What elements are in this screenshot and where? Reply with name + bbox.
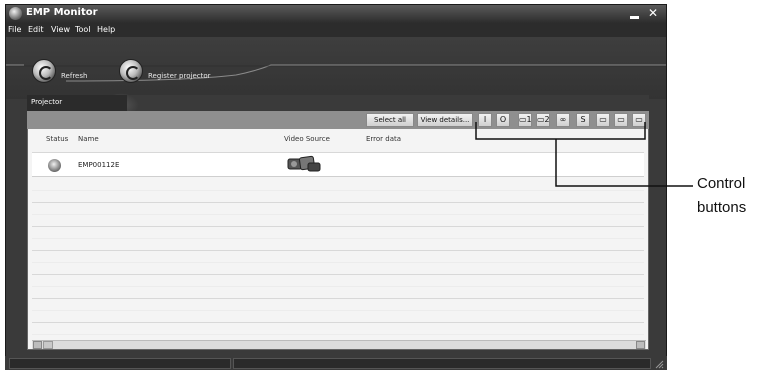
- grid-line: [32, 274, 644, 275]
- grid-line: [32, 286, 644, 287]
- table-row[interactable]: [32, 153, 644, 177]
- window-title: EMP Monitor: [26, 7, 98, 18]
- minimize-button[interactable]: [628, 7, 642, 20]
- video-source-image-icon: [287, 155, 321, 172]
- grid-line: [32, 202, 644, 203]
- grid-line: [32, 250, 644, 251]
- power-off-button[interactable]: O: [496, 113, 510, 127]
- title-bar: EMP Monitor ✕: [6, 5, 666, 23]
- app-logo-icon: [9, 7, 22, 20]
- grid-line: [32, 262, 644, 263]
- menu-bar: File Edit View Tool Help: [6, 23, 666, 37]
- projector-tab[interactable]: Projector: [27, 95, 127, 111]
- close-button[interactable]: ✕: [646, 7, 660, 20]
- s-video-source-button[interactable]: S: [576, 113, 590, 127]
- refresh-icon: [32, 59, 56, 83]
- status-cell: [9, 358, 231, 369]
- power-on-button[interactable]: I: [478, 113, 492, 127]
- audio-mute-button[interactable]: ▭: [614, 113, 628, 127]
- select-all-button[interactable]: Select all: [366, 113, 414, 127]
- callout-label-line2: buttons: [697, 199, 747, 216]
- register-projector-label: Register projector: [148, 72, 211, 80]
- status-cell: [233, 358, 651, 369]
- menu-view[interactable]: View: [51, 25, 70, 34]
- scroll-thumb[interactable]: [43, 341, 53, 349]
- grid-line: [32, 226, 644, 227]
- video-mute-button[interactable]: ▭: [596, 113, 610, 127]
- menu-help[interactable]: Help: [97, 25, 115, 34]
- menu-edit[interactable]: Edit: [28, 25, 44, 34]
- grid-line: [32, 190, 644, 191]
- refresh-button[interactable]: Refresh: [32, 59, 87, 83]
- projector-name-cell: EMP00112E: [78, 161, 120, 169]
- refresh-label: Refresh: [61, 72, 88, 80]
- column-video-source[interactable]: Video Source: [284, 135, 330, 143]
- register-projector-icon: [119, 59, 143, 83]
- status-orb-icon: [48, 159, 61, 172]
- column-status[interactable]: Status: [46, 135, 68, 143]
- grid-line: [32, 322, 644, 323]
- grid-line: [32, 238, 644, 239]
- video-source-button[interactable]: ∞: [556, 113, 570, 127]
- view-details-button[interactable]: View details...: [417, 113, 473, 127]
- grid-line: [32, 334, 644, 335]
- grid-line: [32, 310, 644, 311]
- screenshot-stage: EMP Monitor ✕ File Edit View Tool Help R…: [0, 0, 770, 374]
- toolbar: Refresh Register projector: [6, 37, 666, 99]
- projector-tab-label: Projector: [31, 98, 63, 106]
- column-error-data[interactable]: Error data: [366, 135, 401, 143]
- freeze-button[interactable]: ▭: [632, 113, 646, 127]
- register-projector-button[interactable]: Register projector: [119, 59, 211, 83]
- toolbar-swoosh-decoration: [6, 64, 666, 82]
- computer2-source-button[interactable]: ▭2: [536, 113, 550, 127]
- projector-panel: [27, 95, 649, 350]
- grid-line: [32, 298, 644, 299]
- menu-file[interactable]: File: [8, 25, 21, 34]
- panel-header-band: [127, 95, 649, 111]
- scroll-left-arrow-icon[interactable]: [33, 341, 42, 349]
- scroll-right-arrow-icon[interactable]: [636, 341, 645, 349]
- resize-grip-icon[interactable]: [654, 360, 664, 369]
- horizontal-scrollbar[interactable]: [32, 340, 646, 349]
- menu-tool[interactable]: Tool: [75, 25, 91, 34]
- callout-label-line1: Control: [697, 175, 746, 192]
- computer1-source-button[interactable]: ▭1: [518, 113, 532, 127]
- column-name[interactable]: Name: [78, 135, 99, 143]
- grid-line: [32, 214, 644, 215]
